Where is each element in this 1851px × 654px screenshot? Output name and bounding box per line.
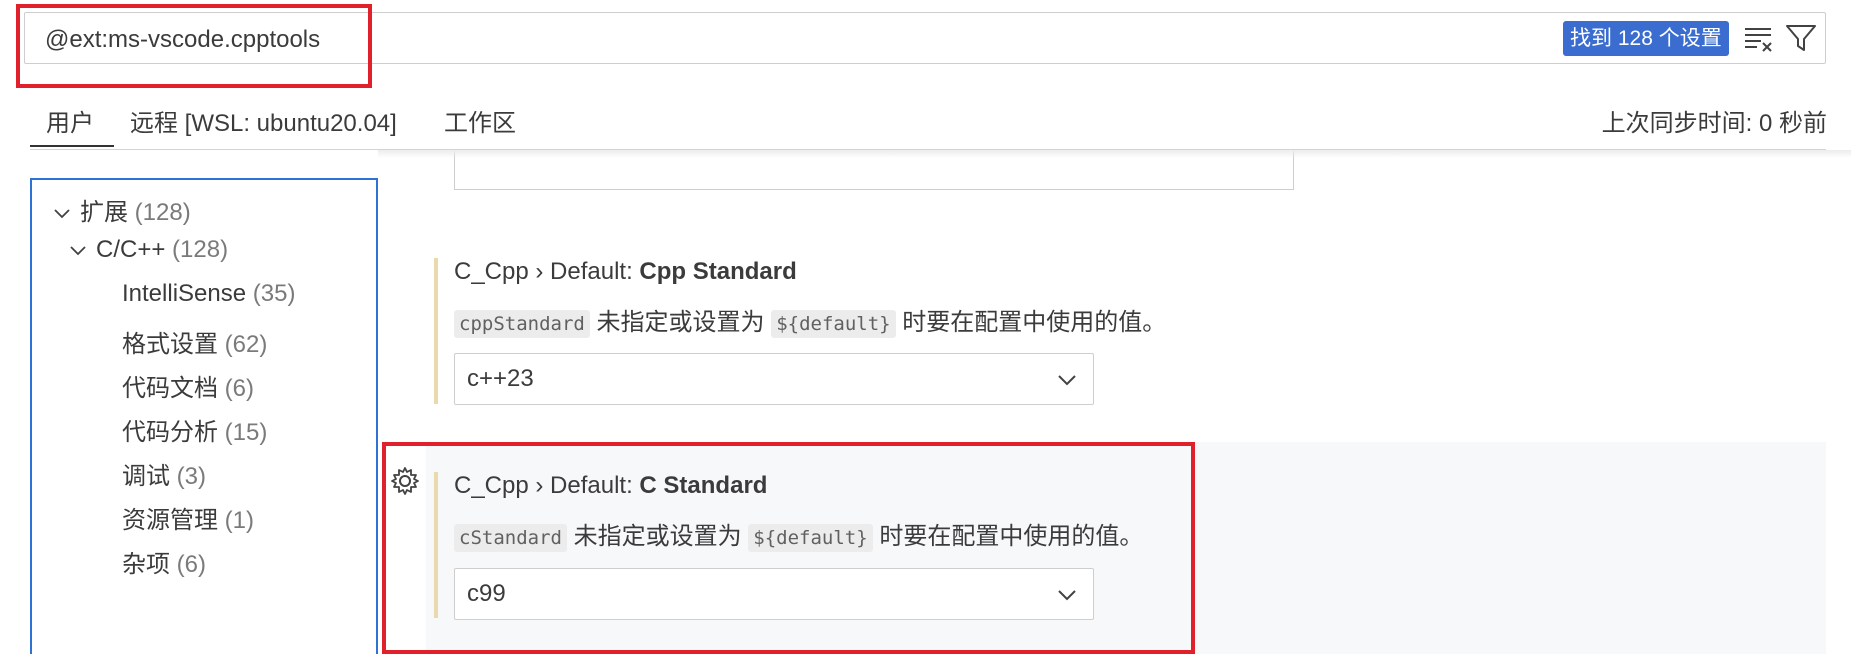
toc-item-label: IntelliSense <box>122 280 247 307</box>
tab-workspace[interactable]: 工作区 <box>444 103 516 138</box>
toc-item-intellisense[interactable]: IntelliSense (35) <box>122 280 295 308</box>
toc-item-count: (6) <box>176 551 207 578</box>
setting-title: C_Cpp › Default: Cpp Standard <box>454 258 797 286</box>
tab-remote[interactable]: 远程 [WSL: ubuntu20.04] <box>130 103 397 138</box>
clear-filter-icon[interactable] <box>1743 23 1775 53</box>
toc-item-label: 资源管理 <box>122 507 218 534</box>
toc-item-count: (6) <box>224 375 255 402</box>
chevron-down-icon <box>54 209 70 218</box>
chevron-down-icon <box>1058 375 1076 386</box>
setting-code-key: cppStandard <box>454 310 590 338</box>
select-value: c++23 <box>467 365 534 392</box>
setting-category: C_Cpp › Default: <box>454 258 640 285</box>
active-tab-indicator <box>30 145 114 147</box>
toc-item-count: (1) <box>224 507 255 534</box>
header-shadow <box>378 150 1851 158</box>
setting-description: cppStandard 未指定或设置为 ${default} 时要在配置中使用的… <box>454 302 1167 338</box>
settings-toc: 扩展 (128) C/C++ (128) IntelliSense (35) 格… <box>30 178 378 654</box>
modified-indicator-bar <box>434 258 438 404</box>
toc-item-misc[interactable]: 杂项 (6) <box>122 544 206 579</box>
toc-item-resource-mgmt[interactable]: 资源管理 (1) <box>122 500 254 535</box>
toc-item-label: C/C++ <box>96 236 166 263</box>
toc-item-cpp[interactable]: C/C++ (128) <box>68 236 228 264</box>
toc-item-count: (35) <box>252 280 296 307</box>
toc-item-formatting[interactable]: 格式设置 (62) <box>122 324 267 359</box>
result-count-badge: 找到 128 个设置 <box>1563 21 1729 56</box>
setting-name: Cpp Standard <box>639 258 797 285</box>
desc-text: 未指定或设置为 <box>589 309 772 336</box>
sync-status: 上次同步时间: 0 秒前 <box>1601 110 1827 137</box>
toc-item-label: 杂项 <box>122 551 170 578</box>
toc-item-count: (3) <box>176 463 207 490</box>
toc-item-debug[interactable]: 调试 (3) <box>122 456 206 491</box>
toc-item-extensions[interactable]: 扩展 (128) <box>52 192 191 227</box>
filter-icon[interactable] <box>1784 22 1818 54</box>
toc-item-label: 格式设置 <box>122 331 218 358</box>
toc-item-count: (128) <box>134 199 191 226</box>
toc-item-count: (128) <box>172 236 229 263</box>
search-highlight-box <box>16 4 372 88</box>
toc-item-count: (62) <box>224 331 268 358</box>
toc-item-code-analysis[interactable]: 代码分析 (15) <box>122 412 267 447</box>
chevron-down-icon <box>70 246 86 255</box>
toc-item-code-docs[interactable]: 代码文档 (6) <box>122 368 254 403</box>
setting-highlight-box <box>382 442 1195 654</box>
setting-code-default: ${default} <box>771 310 896 338</box>
tab-user[interactable]: 用户 <box>46 103 94 138</box>
toc-item-label: 调试 <box>122 463 170 490</box>
cpp-standard-select[interactable]: c++23 <box>454 353 1094 405</box>
toc-item-label: 扩展 <box>80 199 128 226</box>
toc-item-label: 代码分析 <box>122 419 218 446</box>
desc-text: 时要在配置中使用的值。 <box>895 309 1167 336</box>
toc-item-count: (15) <box>224 419 268 446</box>
toc-item-label: 代码文档 <box>122 375 218 402</box>
